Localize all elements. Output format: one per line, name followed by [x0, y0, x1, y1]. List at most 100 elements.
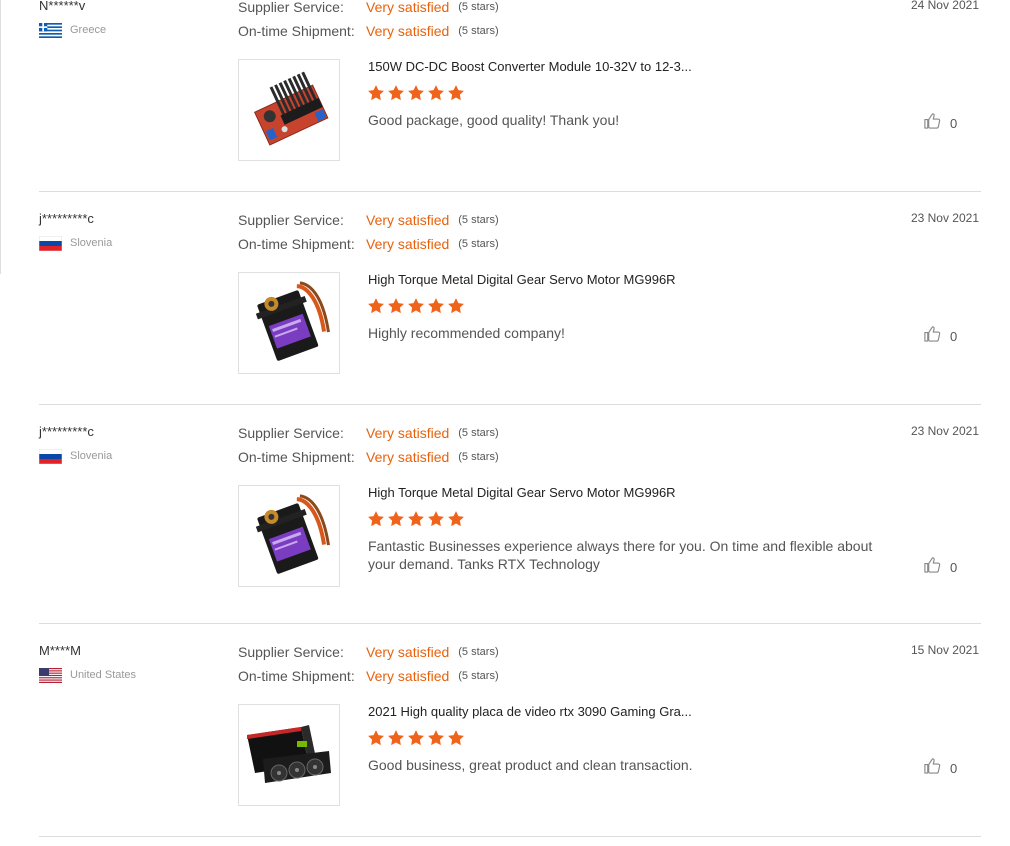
buyer-country: United States [39, 667, 136, 683]
country-name: Greece [70, 24, 107, 36]
shipment-rating: On-time Shipment: Very satisfied (5 star… [238, 668, 499, 684]
buyer-name: j*********c [39, 211, 94, 226]
star-icon [448, 85, 464, 101]
review-item: N******v Greece Supplier Service: Very s… [39, 0, 981, 192]
shipment-label: On-time Shipment: [238, 23, 355, 39]
star-icon [408, 85, 424, 101]
like-button[interactable]: 0 [923, 756, 957, 780]
thumbs-up-icon [923, 555, 942, 579]
star-icon [368, 730, 384, 746]
review-text: Good package, good quality! Thank you! [368, 112, 620, 128]
supplier-service-label: Supplier Service: [238, 212, 344, 228]
star-icon [428, 730, 444, 746]
supplier-service-label: Supplier Service: [238, 0, 344, 15]
shipment-label: On-time Shipment: [238, 236, 355, 252]
thumbs-up-icon [923, 324, 942, 348]
product-title[interactable]: High Torque Metal Digital Gear Servo Mot… [368, 485, 676, 500]
product-title[interactable]: High Torque Metal Digital Gear Servo Mot… [368, 272, 676, 287]
review-date: 23 Nov 2021 [910, 424, 979, 438]
review-item: j*********c Slovenia Supplier Service: V… [39, 211, 981, 405]
review-text: Highly recommended company! [368, 325, 565, 341]
shipment-stars: (5 stars) [458, 670, 499, 682]
like-count: 0 [950, 760, 958, 776]
review-text: Good business, great product and clean t… [368, 757, 693, 773]
supplier-service-rating: Supplier Service: Very satisfied (5 star… [238, 212, 499, 228]
buyer-name: j*********c [39, 424, 94, 439]
buyer-name: M****M [39, 643, 81, 658]
star-icon [368, 85, 384, 101]
servo-motor-image[interactable] [238, 485, 340, 587]
buyer-country: Slovenia [39, 235, 112, 251]
buyer-country: Greece [39, 22, 106, 38]
shipment-rating: On-time Shipment: Very satisfied (5 star… [238, 23, 499, 39]
country-name: United States [70, 669, 137, 681]
star-icon [408, 298, 424, 314]
left-border-line [0, 0, 1, 274]
shipment-label: On-time Shipment: [238, 449, 355, 465]
star-icon [388, 730, 404, 746]
shipment-value: Very satisfied [366, 449, 450, 465]
star-icon [388, 298, 404, 314]
star-icon [448, 298, 464, 314]
graphics-card-box-image[interactable] [238, 704, 340, 806]
star-icon [388, 511, 404, 527]
supplier-service-rating: Supplier Service: Very satisfied (5 star… [238, 0, 499, 15]
shipment-rating: On-time Shipment: Very satisfied (5 star… [238, 449, 499, 465]
thumbs-up-icon [923, 111, 942, 135]
review-date: 24 Nov 2021 [910, 0, 979, 12]
usa-flag-icon [39, 667, 62, 683]
supplier-service-stars: (5 stars) [458, 646, 499, 658]
country-name: Slovenia [70, 450, 113, 462]
like-button[interactable]: 0 [923, 324, 957, 348]
shipment-rating: On-time Shipment: Very satisfied (5 star… [238, 236, 499, 252]
star-icon [428, 85, 444, 101]
supplier-service-rating: Supplier Service: Very satisfied (5 star… [238, 644, 499, 660]
like-button[interactable]: 0 [923, 111, 957, 135]
supplier-service-value: Very satisfied [366, 425, 450, 441]
star-icon [368, 511, 384, 527]
thumbs-up-icon [923, 756, 942, 780]
star-rating [367, 729, 465, 747]
country-name: Slovenia [70, 237, 113, 249]
supplier-service-value: Very satisfied [366, 0, 450, 15]
shipment-stars: (5 stars) [458, 451, 499, 463]
star-rating [367, 297, 465, 315]
supplier-service-stars: (5 stars) [458, 214, 499, 226]
star-rating [367, 510, 465, 528]
supplier-service-label: Supplier Service: [238, 425, 344, 441]
supplier-service-rating: Supplier Service: Very satisfied (5 star… [238, 425, 499, 441]
like-button[interactable]: 0 [923, 555, 957, 579]
review-text: Fantastic Businesses experience always t… [368, 538, 873, 572]
like-count: 0 [950, 115, 958, 131]
star-icon [408, 730, 424, 746]
product-title[interactable]: 2021 High quality placa de video rtx 309… [368, 704, 692, 719]
review-date: 23 Nov 2021 [910, 211, 979, 225]
shipment-stars: (5 stars) [458, 25, 499, 37]
star-icon [368, 298, 384, 314]
product-title[interactable]: 150W DC-DC Boost Converter Module 10-32V… [368, 59, 692, 74]
supplier-service-value: Very satisfied [366, 212, 450, 228]
servo-motor-image[interactable] [238, 272, 340, 374]
greece-flag-icon [39, 22, 62, 38]
like-count: 0 [950, 328, 958, 344]
shipment-stars: (5 stars) [458, 238, 499, 250]
star-icon [388, 85, 404, 101]
star-icon [408, 511, 424, 527]
boost-converter-module-image[interactable] [238, 59, 340, 161]
star-icon [428, 298, 444, 314]
buyer-country: Slovenia [39, 448, 112, 464]
supplier-service-label: Supplier Service: [238, 644, 344, 660]
supplier-service-stars: (5 stars) [458, 427, 499, 439]
slovenia-flag-icon [39, 448, 62, 464]
shipment-value: Very satisfied [366, 668, 450, 684]
star-icon [428, 511, 444, 527]
shipment-value: Very satisfied [366, 236, 450, 252]
supplier-service-value: Very satisfied [366, 644, 450, 660]
shipment-value: Very satisfied [366, 23, 450, 39]
slovenia-flag-icon [39, 235, 62, 251]
supplier-service-stars: (5 stars) [458, 1, 499, 13]
buyer-name: N******v [39, 0, 86, 13]
star-rating [367, 84, 465, 102]
review-date: 15 Nov 2021 [910, 643, 979, 657]
review-item: M****M United States Supplier Service: V… [39, 643, 981, 837]
